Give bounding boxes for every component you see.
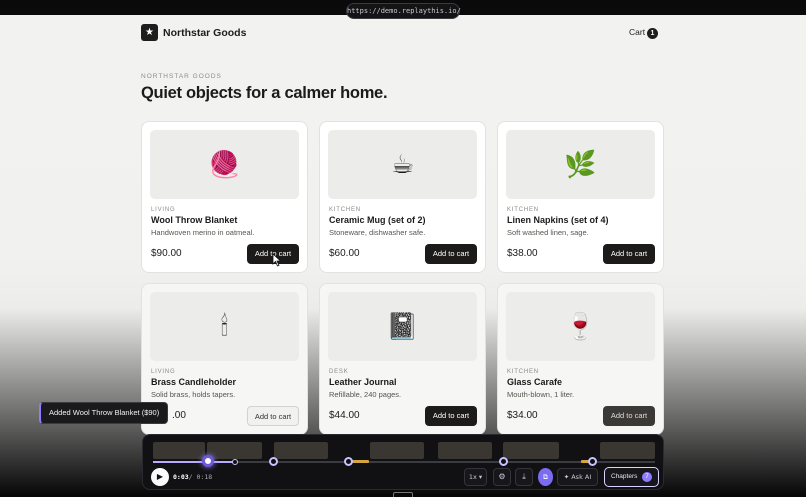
chapter-marker[interactable] xyxy=(499,457,508,466)
product-price: $60.00 xyxy=(329,248,360,259)
event-dot[interactable] xyxy=(232,459,238,465)
add-to-cart-button[interactable]: Add to cart xyxy=(603,406,655,426)
ask-ai-button[interactable]: ✦ Ask AI xyxy=(557,468,598,486)
add-to-cart-button[interactable]: Add to cart xyxy=(425,406,477,426)
product-card-ceramic-mug: ☕ KITCHEN Ceramic Mug (set of 2) Stonewa… xyxy=(319,121,486,273)
activity-lane xyxy=(438,442,492,459)
product-description: Mouth-blown, 1 liter. xyxy=(507,390,575,399)
speed-value: 1x xyxy=(468,473,477,481)
product-category: LIVING xyxy=(151,369,176,375)
copy-icon[interactable]: ⧉ xyxy=(538,468,553,486)
speed-button[interactable]: 1x ▾ xyxy=(464,468,487,486)
add-to-cart-button[interactable]: Add to cart xyxy=(247,406,299,426)
activity-lane xyxy=(153,442,205,459)
product-price: $44.00 xyxy=(329,410,360,421)
product-category: KITCHEN xyxy=(329,207,361,213)
pointer-cursor-icon xyxy=(272,253,282,267)
chapters-button[interactable]: Chapters 7 xyxy=(604,467,659,487)
total-duration: 0:18 xyxy=(196,473,213,481)
time-display: 0:03/ 0:18 xyxy=(173,473,212,481)
hero-eyebrow: NORTHSTAR GOODS xyxy=(141,73,222,80)
current-time: 0:03 xyxy=(173,473,189,481)
chapters-count-badge: 7 xyxy=(642,472,652,482)
chevron-down-icon: ▾ xyxy=(478,473,483,481)
brand-name[interactable]: Northstar Goods xyxy=(163,27,246,39)
site-header: ★ Northstar Goods Cart 1 xyxy=(0,15,806,51)
product-description: Refillable, 240 pages. xyxy=(329,390,402,399)
product-description: Stoneware, dishwasher safe. xyxy=(329,228,426,237)
activity-lane xyxy=(503,442,559,459)
herb-icon: 🌿 xyxy=(506,130,655,199)
product-name: Glass Carafe xyxy=(507,377,563,387)
activity-lane xyxy=(274,442,328,459)
yarn-ball-icon: 🧶 xyxy=(150,130,299,199)
journal-icon: 📓 xyxy=(328,292,477,361)
timeline-progress xyxy=(153,461,235,463)
product-name: Brass Candleholder xyxy=(151,377,237,387)
product-description: Soft washed linen, sage. xyxy=(507,228,589,237)
page-title: Quiet objects for a calmer home. xyxy=(141,84,388,102)
product-category: DESK xyxy=(329,369,349,375)
product-card-glass-carafe: 🍷 KITCHEN Glass Carafe Mouth-blown, 1 li… xyxy=(497,283,664,435)
chapters-label: Chapters xyxy=(611,473,638,480)
download-icon[interactable]: ⤓ xyxy=(515,468,533,486)
activity-lane xyxy=(600,442,655,459)
time-separator: / xyxy=(188,473,193,481)
drawer-handle[interactable] xyxy=(393,492,413,497)
chapter-marker[interactable] xyxy=(588,457,597,466)
settings-gear-icon[interactable]: ⚙ xyxy=(493,468,511,486)
product-card-wool-throw-blanket: 🧶 LIVING Wool Throw Blanket Handwoven me… xyxy=(141,121,308,273)
product-category: KITCHEN xyxy=(507,369,539,375)
candle-icon: 🕯 xyxy=(150,292,299,361)
product-card-linen-napkins: 🌿 KITCHEN Linen Napkins (set of 4) Soft … xyxy=(497,121,664,273)
chapter-marker[interactable] xyxy=(344,457,353,466)
add-to-cart-button[interactable]: Add to cart xyxy=(603,244,655,264)
product-price: .00 xyxy=(172,410,186,421)
activity-lane xyxy=(207,442,262,459)
carafe-icon: 🍷 xyxy=(506,292,655,361)
product-name: Linen Napkins (set of 4) xyxy=(507,215,609,225)
toast-notification: Added Wool Throw Blanket ($90) xyxy=(39,402,168,424)
highlight-segment xyxy=(351,460,369,463)
product-description: Solid brass, holds tapers. xyxy=(151,390,236,399)
product-category: KITCHEN xyxy=(507,207,539,213)
product-description: Handwoven merino in oatmeal. xyxy=(151,228,255,237)
product-name: Leather Journal xyxy=(329,377,397,387)
activity-lane xyxy=(370,442,424,459)
play-button[interactable]: ▶ xyxy=(151,468,169,486)
product-card-leather-journal: 📓 DESK Leather Journal Refillable, 240 p… xyxy=(319,283,486,435)
product-price: $34.00 xyxy=(507,410,538,421)
timeline-playhead[interactable] xyxy=(202,455,214,467)
product-name: Ceramic Mug (set of 2) xyxy=(329,215,426,225)
cart-count-badge[interactable]: 1 xyxy=(647,28,658,39)
add-to-cart-button[interactable]: Add to cart xyxy=(425,244,477,264)
product-price: $38.00 xyxy=(507,248,538,259)
product-name: Wool Throw Blanket xyxy=(151,215,238,225)
chapter-marker[interactable] xyxy=(269,457,278,466)
cart-link[interactable]: Cart xyxy=(629,27,645,37)
replay-player: ▶ 0:03/ 0:18 1x ▾ ⚙ ⤓ ⧉ ✦ Ask AI Chapter… xyxy=(142,434,664,490)
product-category: LIVING xyxy=(151,207,176,213)
star-logo-icon[interactable]: ★ xyxy=(141,24,158,41)
mug-icon: ☕ xyxy=(328,130,477,199)
product-price: $90.00 xyxy=(151,248,182,259)
